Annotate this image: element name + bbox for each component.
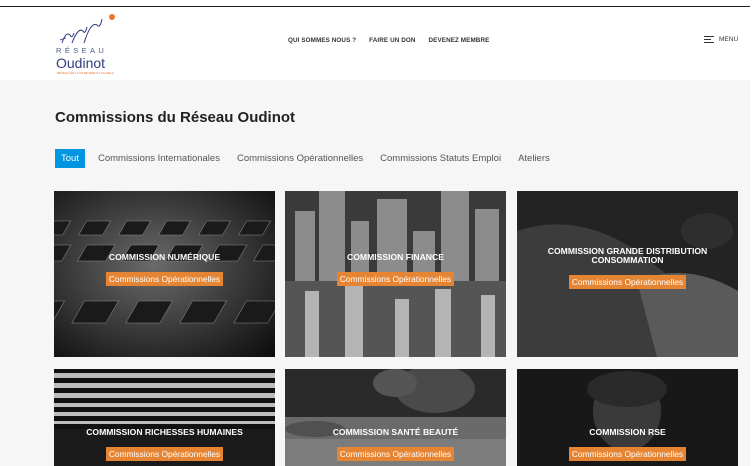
commission-card-grande-distribution[interactable]: COMMISSION GRANDE DISTRIBUTION CONSOMMAT…: [517, 191, 738, 357]
card-title: COMMISSION RSE: [589, 427, 666, 437]
hamburger-icon: [704, 36, 714, 43]
card-title: COMMISSION SANTÉ BEAUTÉ: [332, 427, 459, 437]
card-category-badge[interactable]: Commissions Opérationnelles: [568, 447, 687, 461]
card-caption: COMMISSION FINANCE Commissions Opération…: [285, 253, 506, 287]
filter-tab-internationales[interactable]: Commissions Internationales: [98, 153, 220, 164]
card-caption: COMMISSION RICHESSES HUMAINES Commission…: [54, 428, 275, 462]
site-header: RÉSEAU Oudinot RÉSEAU DE L'OUTRE-MER ET …: [0, 6, 750, 80]
nav-link-devenez-membre[interactable]: DEVENEZ MEMBRE: [429, 37, 490, 44]
logo-name-text: Oudinot: [56, 55, 106, 71]
menu-label: MENU: [719, 36, 739, 43]
card-caption: COMMISSION NUMÉRIQUE Commissions Opérati…: [54, 253, 275, 287]
menu-button[interactable]: MENU: [704, 36, 738, 43]
filter-tab-ateliers[interactable]: Ateliers: [518, 153, 550, 164]
nav-link-qui-sommes-nous[interactable]: QUI SOMMES NOUS ?: [288, 37, 356, 44]
card-title: COMMISSION GRANDE DISTRIBUTION CONSOMMAT…: [547, 246, 708, 265]
logo-tagline: RÉSEAU DE L'OUTRE-MER ET AU-DELÀ: [57, 71, 114, 75]
nav-link-faire-un-don[interactable]: FAIRE UN DON: [369, 37, 415, 44]
card-category-badge[interactable]: Commissions Opérationnelles: [105, 447, 224, 461]
commission-card-rse[interactable]: COMMISSION RSE Commissions Opérationnell…: [517, 369, 738, 466]
commission-card-sante-beaute[interactable]: COMMISSION SANTÉ BEAUTÉ Commissions Opér…: [285, 369, 506, 466]
commission-card-numerique[interactable]: COMMISSION NUMÉRIQUE Commissions Opérati…: [54, 191, 275, 357]
commission-card-finance[interactable]: COMMISSION FINANCE Commissions Opération…: [285, 191, 506, 357]
card-category-badge[interactable]: Commissions Opérationnelles: [336, 272, 455, 286]
card-title: COMMISSION FINANCE: [347, 252, 444, 262]
card-caption: COMMISSION RSE Commissions Opérationnell…: [517, 428, 738, 462]
card-caption: COMMISSION GRANDE DISTRIBUTION CONSOMMAT…: [517, 247, 738, 290]
filter-tab-tout[interactable]: Tout: [55, 149, 85, 168]
filter-tabs: Tout Commissions Internationales Commiss…: [55, 149, 567, 168]
logo-reseau-text: RÉSEAU: [56, 46, 108, 55]
card-category-badge[interactable]: Commissions Opérationnelles: [105, 272, 224, 286]
card-caption: COMMISSION SANTÉ BEAUTÉ Commissions Opér…: [285, 428, 506, 462]
filter-tab-operationnelles[interactable]: Commissions Opérationnelles: [237, 153, 363, 164]
filter-tab-statuts-emploi[interactable]: Commissions Statuts Emploi: [380, 153, 501, 164]
card-title: COMMISSION NUMÉRIQUE: [108, 252, 221, 262]
card-category-badge[interactable]: Commissions Opérationnelles: [568, 275, 687, 289]
main-content: Commissions du Réseau Oudinot Tout Commi…: [0, 80, 750, 466]
logo-wave-icon: [59, 14, 115, 44]
site-logo[interactable]: RÉSEAU Oudinot RÉSEAU DE L'OUTRE-MER ET …: [56, 13, 120, 77]
page-title: Commissions du Réseau Oudinot: [55, 109, 296, 126]
card-title: COMMISSION RICHESSES HUMAINES: [86, 427, 243, 437]
main-nav: QUI SOMMES NOUS ? FAIRE UN DON DEVENEZ M…: [288, 37, 489, 44]
card-category-badge[interactable]: Commissions Opérationnelles: [336, 447, 455, 461]
commission-card-richesses-humaines[interactable]: COMMISSION RICHESSES HUMAINES Commission…: [54, 369, 275, 466]
